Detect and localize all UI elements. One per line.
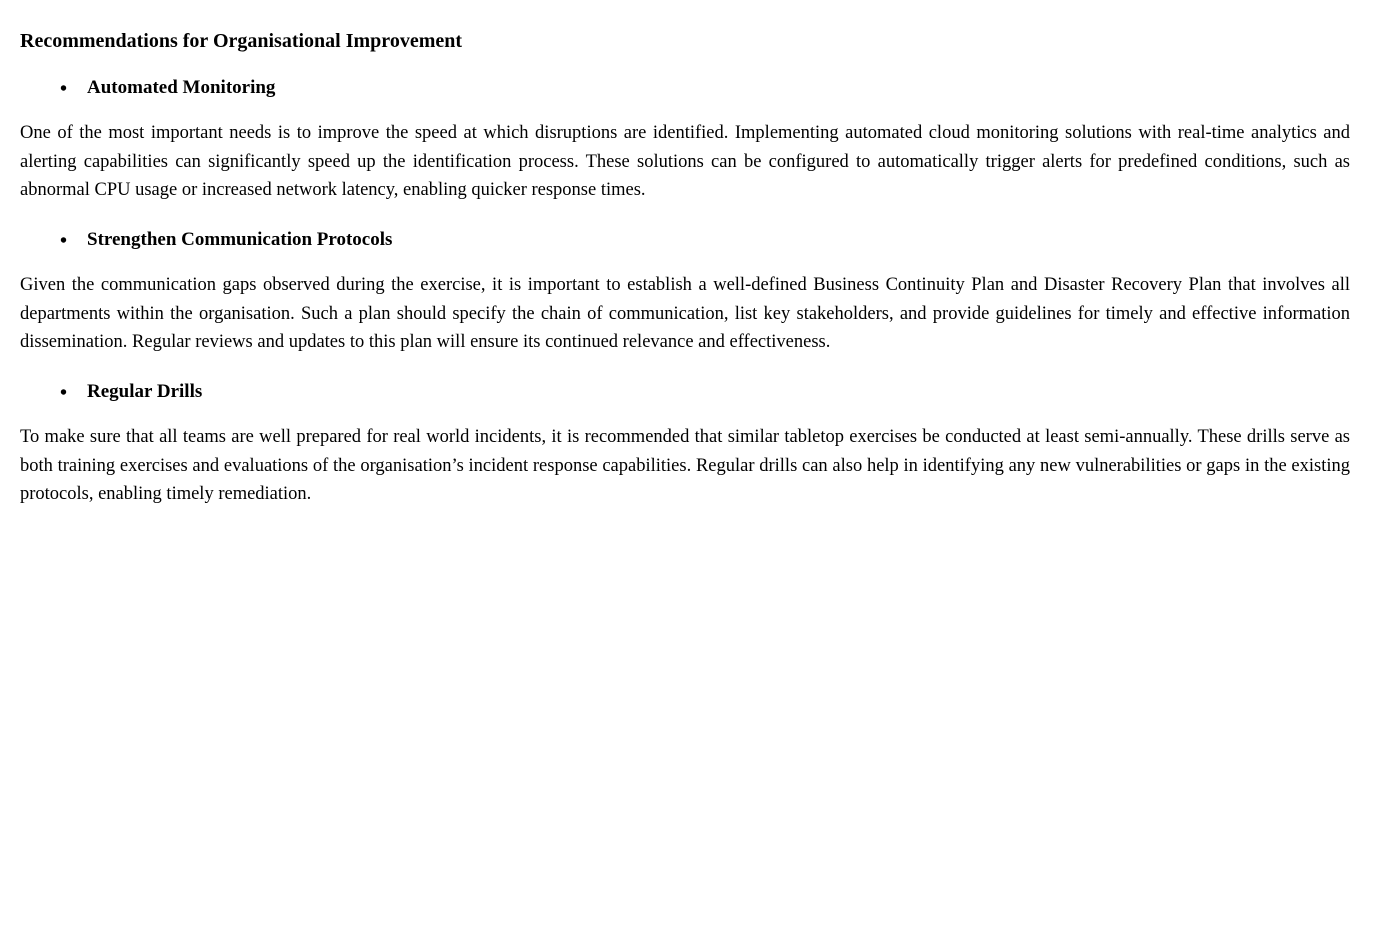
bullet-item-automated-monitoring: • Automated Monitoring — [20, 75, 1350, 103]
bullet-item-regular-drills: • Regular Drills — [20, 379, 1350, 407]
main-heading: Recommendations for Organisational Impro… — [20, 30, 1350, 53]
section-regular-drills: • Regular Drills To make sure that all t… — [20, 379, 1350, 509]
bullet-dot-1: • — [60, 75, 67, 103]
paragraph-communication-protocols: Given the communication gaps observed du… — [20, 271, 1350, 357]
bullet-dot-3: • — [60, 379, 67, 407]
bullet-item-communication-protocols: • Strengthen Communication Protocols — [20, 227, 1350, 255]
paragraph-automated-monitoring: One of the most important needs is to im… — [20, 119, 1350, 205]
bullet-label-regular-drills: Regular Drills — [87, 379, 202, 406]
bullet-label-communication-protocols: Strengthen Communication Protocols — [87, 227, 392, 254]
bullet-label-automated-monitoring: Automated Monitoring — [87, 75, 275, 102]
section-communication-protocols: • Strengthen Communication Protocols Giv… — [20, 227, 1350, 357]
bullet-dot-2: • — [60, 227, 67, 255]
paragraph-regular-drills: To make sure that all teams are well pre… — [20, 423, 1350, 509]
section-automated-monitoring: • Automated Monitoring One of the most i… — [20, 75, 1350, 205]
page-content: Recommendations for Organisational Impro… — [20, 30, 1350, 509]
